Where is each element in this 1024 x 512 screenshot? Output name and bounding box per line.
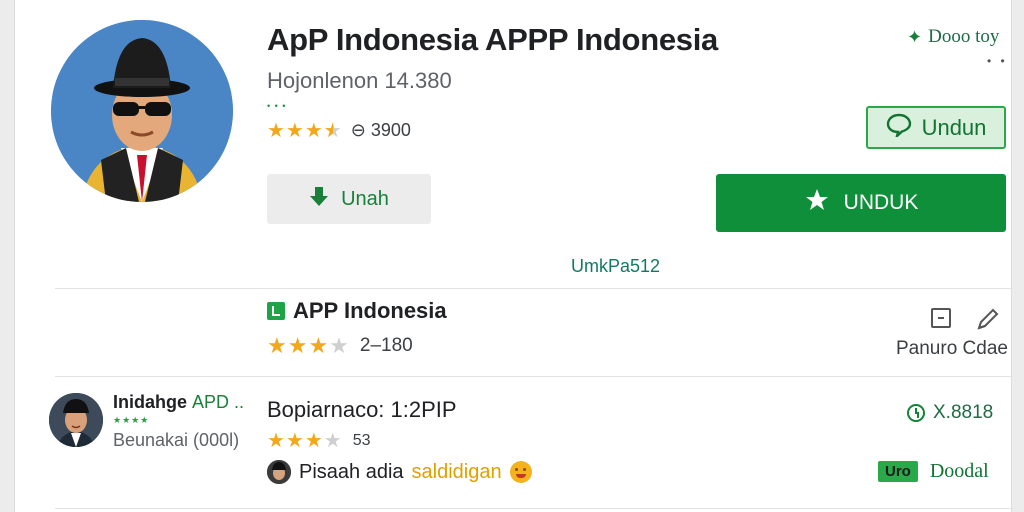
app-icon-avatar bbox=[51, 20, 233, 202]
unah-label: Unah bbox=[341, 187, 389, 210]
developer-count: Beunakai (000l) bbox=[113, 430, 240, 450]
clock-icon bbox=[907, 404, 925, 422]
rating-stars: ★★★★★ bbox=[267, 120, 343, 142]
reviewer-avatar bbox=[267, 460, 291, 484]
developer-avatar[interactable] bbox=[49, 393, 103, 447]
chat-bubble-icon bbox=[886, 113, 912, 143]
undun-label: Undun bbox=[921, 114, 987, 140]
developer-stars: ★★★★ bbox=[113, 415, 150, 425]
badge-label: Doodal bbox=[929, 460, 989, 482]
comment-highlight: saldidigan bbox=[411, 460, 502, 483]
download-arrow-icon bbox=[309, 185, 329, 213]
sparkle-plus-icon: ✦ bbox=[907, 26, 923, 47]
write-review-label[interactable]: Panuro Cdae bbox=[896, 338, 1008, 360]
badge-row[interactable]: Uro Doodal bbox=[878, 460, 989, 483]
rating-meta: ⊖ 3900 bbox=[350, 120, 411, 140]
edit-pen-icon[interactable] bbox=[973, 304, 1003, 334]
section-title: APP Indonesia bbox=[267, 298, 447, 324]
review-title: Bopiarnaco: 1:2PIP bbox=[267, 397, 457, 422]
review-version: X.8818 bbox=[907, 402, 993, 424]
unduk-button[interactable]: UNDUK bbox=[716, 174, 1006, 232]
app-title: ApP Indonesia APPP Indonesia bbox=[267, 22, 718, 57]
unah-button[interactable]: Unah bbox=[267, 174, 431, 224]
developer-name-green: APD .. bbox=[192, 392, 245, 412]
review-comment: Pisaah adia saldidigan bbox=[267, 460, 532, 484]
top-right-label: Dooo toy bbox=[928, 26, 1000, 47]
review-version-value: X.8818 bbox=[933, 402, 994, 423]
rating-meta: 53 bbox=[352, 431, 371, 449]
divider bbox=[55, 288, 1013, 289]
check-square-icon bbox=[267, 302, 285, 320]
app-subtitle: Hojonlenon 14.380 bbox=[267, 68, 452, 93]
undun-button[interactable]: Undun bbox=[866, 106, 1006, 149]
section-rating: ★★★★ 2–180 bbox=[267, 333, 413, 359]
top-right-action[interactable]: ✦ Dooo toy bbox=[907, 26, 999, 48]
more-dots-icon[interactable]: • • bbox=[987, 54, 1008, 68]
rating-stars: ★★★★ bbox=[267, 333, 350, 358]
divider bbox=[55, 508, 1013, 509]
emoji-face-icon bbox=[509, 461, 532, 483]
rating-stars: ★★★★ bbox=[267, 430, 343, 452]
app-detail-card: ApP Indonesia APPP Indonesia Hojonlenon … bbox=[14, 0, 1013, 512]
section-title-text: APP Indonesia bbox=[293, 298, 447, 323]
star-install-icon bbox=[804, 187, 830, 219]
review-rating: ★★★★ 53 bbox=[267, 428, 371, 453]
center-link[interactable]: UmkPa512 bbox=[571, 256, 660, 277]
rating-meta: 2–180 bbox=[359, 335, 413, 356]
comment-text: Pisaah adia bbox=[299, 460, 404, 483]
status-badge: Uro bbox=[878, 461, 918, 482]
developer-name[interactable]: Inidahge APD .. bbox=[113, 392, 244, 413]
tiny-indicator: • • • bbox=[267, 101, 287, 111]
divider bbox=[55, 376, 1013, 377]
app-rating: ★★★★★ ⊖ 3900 bbox=[267, 118, 411, 143]
developer-name-text: Inidahge bbox=[113, 392, 188, 412]
unduk-label: UNDUK bbox=[843, 191, 919, 214]
bookmark-box-icon[interactable] bbox=[931, 308, 951, 328]
